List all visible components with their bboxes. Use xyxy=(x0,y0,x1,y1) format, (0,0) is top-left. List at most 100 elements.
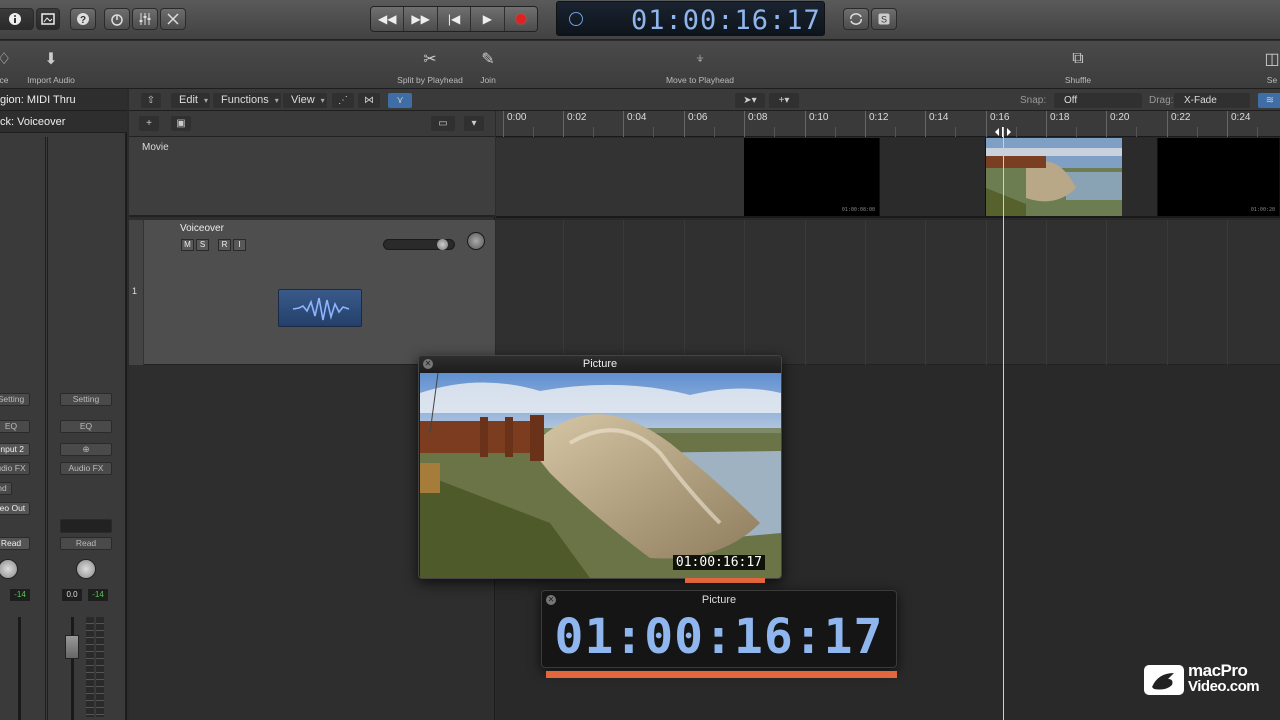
media-button[interactable] xyxy=(36,8,60,30)
grid-line xyxy=(623,220,624,365)
help-button[interactable]: ? xyxy=(70,8,96,30)
scissors-icon: ✂ xyxy=(423,51,437,68)
eq-button[interactable]: EQ xyxy=(60,420,112,433)
frame-timestamp: 01:00:08:00 xyxy=(841,207,875,213)
voiceover-track-lane[interactable] xyxy=(496,220,1280,365)
editors-button[interactable] xyxy=(160,8,186,30)
grid-line xyxy=(684,220,685,365)
grid-line xyxy=(744,220,745,365)
waveform-icon xyxy=(292,297,350,321)
info-button[interactable] xyxy=(0,8,34,30)
close-icon[interactable]: ✕ xyxy=(423,359,433,369)
input-monitor-button[interactable]: I xyxy=(233,239,246,251)
voiceover-track-header[interactable]: 1 Voiceover M S R I xyxy=(129,220,495,365)
solo-track-button[interactable]: S xyxy=(196,239,209,251)
eq-button[interactable]: EQ xyxy=(0,420,30,433)
voiceover-track-name[interactable]: Voiceover xyxy=(180,223,224,234)
movie-picture-window[interactable]: Picture ✕ 01:00:16:17 xyxy=(418,355,782,579)
functions-menu[interactable]: Functions xyxy=(213,93,281,108)
edit-menu[interactable]: Edit xyxy=(171,93,210,108)
slider-thumb[interactable] xyxy=(437,239,448,250)
mixer-button[interactable] xyxy=(132,8,158,30)
close-icon[interactable]: ✕ xyxy=(546,595,556,605)
track-inspector-header[interactable]: ck: Voiceover xyxy=(0,111,127,133)
secondary-tool-menu[interactable]: +▾ xyxy=(769,93,799,108)
cycle-icon xyxy=(850,13,862,25)
waveform-zoom-button[interactable]: ≋ xyxy=(1258,93,1280,108)
record-button[interactable] xyxy=(504,7,537,31)
shuffle-tool[interactable]: ⧉ Shuffle xyxy=(1050,49,1106,85)
region-inspector-header[interactable]: gion: MIDI Thru xyxy=(0,89,127,111)
pan-knob[interactable] xyxy=(76,559,96,579)
tool-label: Move to Playhead xyxy=(665,75,735,85)
go-to-beginning-button[interactable]: |◀ xyxy=(437,7,472,31)
media-icon xyxy=(41,13,55,25)
ruler[interactable]: 0:00 0:02 0:04 0:06 0:08 0:10 0:12 0:14 … xyxy=(496,111,1280,137)
tool-label: Se xyxy=(1266,75,1278,85)
mute-button[interactable]: M xyxy=(181,239,194,251)
library-icon: ♢ xyxy=(0,51,12,68)
split-by-playhead-tool[interactable]: ✂ Split by Playhead xyxy=(393,49,467,85)
move-to-playhead-tool[interactable]: ⍖ Move to Playhead xyxy=(660,49,740,85)
ruler-mark: 0:08 xyxy=(744,111,767,137)
join-tool[interactable]: ✎ Join xyxy=(474,49,502,85)
track-volume-slider[interactable] xyxy=(383,239,455,250)
automation-read-button[interactable]: Read xyxy=(0,537,30,550)
picture-window-accent-bar xyxy=(685,578,765,583)
set-tool[interactable]: ◫ Se xyxy=(1262,49,1280,85)
view-menu[interactable]: View xyxy=(283,93,327,108)
collapse-button[interactable]: ▾ xyxy=(464,116,484,131)
smart-controls-icon xyxy=(111,14,123,26)
movie-frame: 01:00:20 xyxy=(1158,138,1280,216)
timecode-window[interactable]: Picture ✕ 01:00:16:17 xyxy=(541,590,897,668)
playhead[interactable] xyxy=(1003,127,1004,720)
snap-dropdown[interactable]: Off xyxy=(1054,93,1142,108)
tool-label: Import Audio xyxy=(27,75,75,85)
output-slot[interactable] xyxy=(60,519,112,533)
catch-button[interactable]: ⇧ xyxy=(141,93,161,108)
library-tool[interactable]: ♢ ce xyxy=(0,49,18,85)
automation-read-button[interactable]: Read xyxy=(60,537,112,550)
input-button[interactable]: Input 2 xyxy=(0,443,30,456)
pan-knob[interactable] xyxy=(0,559,18,579)
audio-fx-button[interactable]: udio FX xyxy=(0,462,30,475)
volume-fader[interactable] xyxy=(65,635,79,659)
lcd-display[interactable]: 01:00:16:17 xyxy=(556,1,825,36)
drag-dropdown[interactable]: X-Fade xyxy=(1174,93,1250,108)
global-tracks-button[interactable]: ▣ xyxy=(171,116,191,131)
link-button[interactable]: ⊕ xyxy=(60,443,112,456)
filter-button[interactable]: ⋎ xyxy=(388,93,412,108)
movie-frame-view: 01:00:16:17 xyxy=(420,373,781,578)
setting-button[interactable]: Setting xyxy=(0,393,30,406)
record-enable-button[interactable]: R xyxy=(218,239,231,251)
zoom-button[interactable]: ⋈ xyxy=(358,93,380,108)
output-button[interactable]: reo Out xyxy=(0,502,30,515)
setting-button[interactable]: Setting xyxy=(60,393,112,406)
movie-track-header[interactable]: Movie xyxy=(129,137,495,217)
tracks-menu-bar: ⇧ Edit Functions View ⋰ ⋈ ⋎ ➤▾ +▾ Snap: … xyxy=(129,89,1280,111)
window-title: Picture xyxy=(419,356,781,372)
play-button[interactable]: ▶ xyxy=(471,7,505,31)
crosshair-icon: +▾ xyxy=(778,95,790,106)
cycle-button[interactable] xyxy=(843,8,869,30)
up-arrow-icon: ⇧ xyxy=(146,95,156,106)
audio-fx-button[interactable]: Audio FX xyxy=(60,462,112,475)
movie-track-lane[interactable]: 01:00:08:00 01:00:20 xyxy=(496,138,1280,218)
ruler-minor-tick xyxy=(1136,127,1137,137)
big-timecode: 01:00:16:17 xyxy=(554,609,884,665)
logo-line2: Video.com xyxy=(1188,678,1260,695)
import-audio-tool[interactable]: ⬇ Import Audio xyxy=(22,49,80,85)
add-track-button[interactable]: + xyxy=(139,116,159,131)
move-to-playhead-icon: ⍖ xyxy=(695,50,705,67)
flex-button[interactable]: ⋰ xyxy=(332,93,354,108)
track-options-button[interactable]: ▭ xyxy=(431,116,455,131)
rewind-button[interactable]: ◀◀ xyxy=(371,7,405,31)
grid-line xyxy=(1227,220,1228,365)
fast-forward-button[interactable]: ▶▶ xyxy=(404,7,438,31)
glue-icon: ✎ xyxy=(481,51,495,68)
solo-button[interactable]: S xyxy=(871,8,897,30)
smart-controls-button[interactable] xyxy=(104,8,130,30)
track-pan-knob[interactable] xyxy=(467,232,485,250)
send-button[interactable]: nd xyxy=(0,482,12,495)
pointer-tool-menu[interactable]: ➤▾ xyxy=(735,93,765,108)
